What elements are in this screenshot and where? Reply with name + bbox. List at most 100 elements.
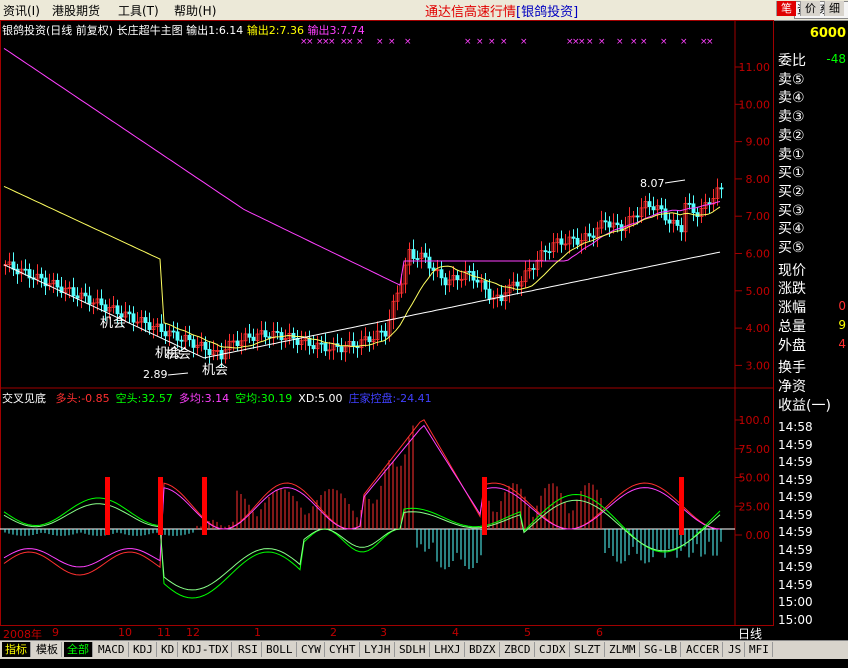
right-tab-1[interactable]: 价	[800, 1, 820, 16]
quote-label: 卖②	[778, 127, 805, 144]
quote-label: 卖⑤	[778, 71, 805, 88]
candle-body	[203, 341, 208, 350]
candle-body	[143, 317, 148, 323]
candle-body	[499, 294, 504, 302]
indicator-tab-kdj[interactable]: KDJ	[130, 642, 157, 657]
indicator-info: 交叉见底 多头:-0.85 空头:32.57 多均:3.14 空均:30.19 XD:5…	[2, 390, 432, 406]
quote-value: -48	[826, 52, 846, 66]
indicator-tab-slzt[interactable]: SLZT	[571, 642, 605, 657]
candle-body	[75, 295, 80, 299]
candle-body	[423, 252, 428, 258]
candle-body	[339, 346, 344, 353]
date-month: 4	[452, 626, 459, 639]
indicator-tab-macd[interactable]: MACD	[95, 642, 129, 657]
price-tick-label: 7.00	[746, 210, 771, 223]
date-axis: 2008年 9 10 11 12 1 2 3 4 5 6	[0, 626, 735, 641]
stock-name: 银鸽投资(日线 前复权)	[2, 24, 114, 37]
right-tab-2[interactable]: 细	[824, 1, 844, 16]
indicator-tick-label: 25.00	[739, 500, 771, 513]
price-tick-label: 11.00	[739, 61, 771, 74]
candle-body	[675, 219, 680, 226]
chance-label-4: 机会	[202, 363, 228, 378]
indicator-tick-label: 0.00	[746, 529, 771, 542]
indicator-tab-kdj-tdx[interactable]: KDJ-TDX	[179, 642, 233, 657]
signal-bar	[679, 477, 684, 535]
indicator-tab-zlmm[interactable]: ZLMM	[606, 642, 640, 657]
price-tick-label: 10.00	[739, 98, 771, 111]
indicator-value: 多均:3.14	[178, 392, 230, 405]
tick-time: 14:59	[778, 507, 813, 522]
quote-label: 买③	[778, 202, 805, 219]
output2-value: 7.36	[279, 24, 305, 37]
quote-value: 4	[838, 336, 846, 351]
price-lines	[3, 47, 721, 359]
candle-body	[179, 339, 184, 342]
quote-label: 净资	[778, 378, 806, 395]
quote-label: 委比	[778, 53, 806, 69]
indicator-tab-rsi[interactable]: RSI	[235, 642, 262, 657]
quote-panel: 6000 委比 -48 卖⑤ 卖④ 卖③ 卖② 卖① 买① 买② 买③ 买④ 买⑤ 现价 涨跌 涨幅 0 总量 9…	[774, 20, 848, 640]
signal-bar	[202, 477, 207, 535]
indicator-tab-全部[interactable]: 全部	[64, 642, 93, 657]
right-tab-0[interactable]: 笔	[776, 1, 796, 16]
candle-body	[543, 250, 548, 253]
output1-value: 6.14	[218, 24, 244, 37]
candle-body	[187, 334, 192, 341]
indicator-tab-zbcd[interactable]: ZBCD	[501, 642, 535, 657]
quote-label: 买②	[778, 183, 805, 200]
low-price-label: 2.89	[143, 368, 168, 381]
indicator-tab-bdzx[interactable]: BDZX	[466, 642, 500, 657]
candle-body	[207, 349, 212, 356]
quote-label: 买⑤	[778, 240, 805, 256]
indicator-tab-accer[interactable]: ACCER	[683, 642, 724, 657]
tick-time: 14:58	[778, 420, 813, 434]
indicator-tab-bar: 指标 模板 全部 MACD KDJ KD KDJ-TDX RSI BOLL CYW CYHT LYJH…	[0, 640, 848, 659]
marker-x: ×	[680, 37, 688, 47]
date-month: 12	[186, 626, 200, 639]
indicator-tab-lhxj[interactable]: LHXJ	[431, 642, 465, 657]
marker-x: ×	[706, 37, 714, 47]
menu-tools[interactable]: 工具(T)	[118, 2, 159, 19]
candle-body	[483, 280, 488, 290]
indicator-tab-boll[interactable]: BOLL	[263, 642, 297, 657]
menu-help[interactable]: 帮助(H)	[174, 2, 216, 19]
indicator-tab-kd[interactable]: KD	[158, 642, 179, 657]
date-month: 10	[118, 626, 132, 639]
indicator-value: 空均:30.19	[235, 392, 293, 405]
indicator-tab-js[interactable]: JS	[725, 642, 746, 657]
date-month: 2	[330, 626, 337, 639]
quote-label: 外盘	[778, 337, 806, 354]
indicator-tab-cjdx[interactable]: CJDX	[536, 642, 570, 657]
candle-body	[487, 288, 492, 300]
quote-label: 涨幅	[778, 300, 806, 317]
price-tick-label: 6.00	[746, 248, 771, 261]
candle-body	[351, 341, 356, 347]
menu-hk-futures[interactable]: 港股期货	[52, 2, 100, 19]
candle-body	[467, 270, 472, 273]
marker-x: ×	[586, 37, 594, 47]
app-title-account: [银鸽投资]	[516, 5, 579, 20]
indicator-tab-lyjh[interactable]: LYJH	[361, 642, 395, 657]
menu-news[interactable]: 资讯(I)	[3, 2, 40, 19]
indicator-tab-mfi[interactable]: MFI	[746, 642, 773, 657]
date-month: 5	[524, 626, 531, 639]
indicator-tab-sdlh[interactable]: SDLH	[396, 642, 430, 657]
stock-chart[interactable]: 11.00 10.00 9.00 8.00 7.00 6.00 5.00 4.00 3.00 1…	[0, 20, 848, 626]
indicator-tab-cyw[interactable]: CYW	[298, 642, 325, 657]
candle-body	[367, 336, 372, 343]
indicator-tab-指标[interactable]: 指标	[2, 642, 31, 657]
indicator-value: 多头:-0.85	[55, 392, 110, 405]
marker-x: ×	[464, 37, 472, 47]
output1-label: 输出1:	[186, 24, 219, 37]
quote-value: 9	[838, 317, 846, 332]
candle-body	[603, 220, 608, 223]
price-axis: 11.00 10.00 9.00 8.00 7.00 6.00 5.00 4.00 3.00	[735, 61, 770, 372]
candle-body	[615, 222, 620, 226]
candle-body	[719, 187, 724, 190]
indicator-tab-cyht[interactable]: CYHT	[326, 642, 360, 657]
candle-body	[411, 249, 416, 259]
candle-body	[679, 225, 684, 233]
indicator-tab-sg-lb[interactable]: SG-LB	[641, 642, 682, 657]
indicator-tab-模板[interactable]: 模板	[33, 642, 62, 657]
candle-body	[163, 331, 168, 337]
